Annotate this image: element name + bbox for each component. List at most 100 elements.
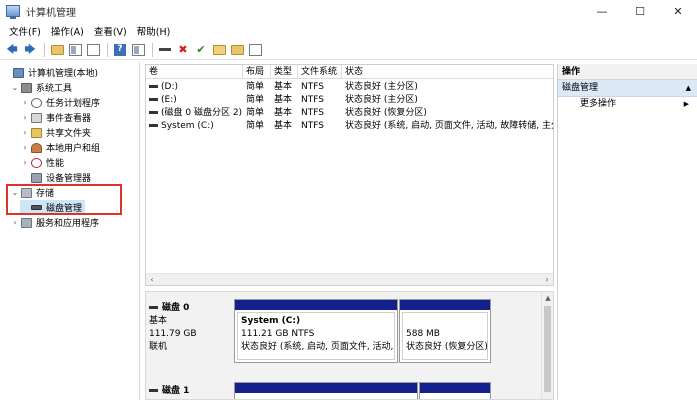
volume-icon: [149, 85, 158, 88]
toolbar-separator: [44, 42, 45, 57]
expand-chevron-icon[interactable]: ›: [20, 158, 30, 167]
scroll-left-icon[interactable]: ‹: [146, 274, 158, 285]
toolbar-separator: [107, 42, 108, 57]
volume-name: (E:): [161, 95, 177, 105]
menu-view[interactable]: 查看(V): [89, 24, 132, 38]
table-row[interactable]: (D:) 简单 基本 NTFS 状态良好 (主分区): [146, 81, 553, 94]
settings-button[interactable]: [247, 42, 263, 58]
tree-item-services-applications[interactable]: › 服务和应用程序: [10, 215, 99, 230]
delete-icon: ✖: [178, 43, 188, 56]
search-folder-button[interactable]: [229, 42, 245, 58]
disk-0-label[interactable]: 磁盘 0 基本 111.79 GB 联机: [149, 302, 231, 354]
collapse-chevron-icon[interactable]: ⌄: [10, 83, 20, 92]
table-row[interactable]: (E:) 简单 基本 NTFS 状态良好 (主分区): [146, 94, 553, 107]
console-tree: 计算机管理(本地) ⌄ 系统工具 › 任务计划程序 › 事件查看器 › 共享文件…: [0, 62, 140, 400]
scroll-up-icon[interactable]: ▲: [542, 292, 553, 304]
tree-item-device-manager[interactable]: 设备管理器: [20, 170, 91, 185]
help-button[interactable]: ?: [112, 42, 128, 58]
delete-button[interactable]: ✖: [175, 42, 191, 58]
disk-icon: [149, 389, 158, 392]
partition-bar: [235, 300, 397, 310]
table-row[interactable]: (磁盘 0 磁盘分区 2) 简单 基本 NTFS 状态良好 (恢复分区): [146, 107, 553, 120]
menu-action[interactable]: 操作(A): [46, 24, 89, 38]
volume-cell: (E:): [146, 94, 243, 107]
volume-list: 卷 布局 类型 文件系统 状态 (D:) 简单 基本 NTFS 状态良好 (主分…: [145, 64, 554, 286]
back-button[interactable]: 🡄: [4, 42, 20, 58]
check-icon: ✔: [196, 43, 206, 56]
partition-disk-1-a[interactable]: [234, 382, 418, 399]
tree-item-label: 共享文件夹: [46, 129, 92, 139]
show-hide-tree-button[interactable]: [67, 42, 83, 58]
disk-status: 联机: [149, 342, 168, 352]
column-header-status[interactable]: 状态: [342, 65, 553, 79]
partition-system-c[interactable]: System (C:) 111.21 GB NTFS 状态良好 (系统, 启动,…: [234, 299, 398, 363]
title-bar: 计算机管理 — ☐ ✕: [0, 0, 697, 22]
tree-item-event-viewer[interactable]: › 事件查看器: [20, 110, 91, 125]
tree-item-system-tools[interactable]: ⌄ 系统工具: [10, 80, 72, 95]
users-icon: [31, 142, 42, 153]
status-cell: 状态良好 (系统, 启动, 页面文件, 活动, 故障转储, 主分: [345, 121, 553, 131]
action-pane-icon: [131, 43, 145, 56]
column-header-volume[interactable]: 卷: [146, 65, 243, 79]
type-cell: 基本: [274, 82, 293, 92]
partition-size: 588 MB: [406, 329, 440, 339]
expand-chevron-icon[interactable]: ›: [20, 98, 30, 107]
partition-bar: [235, 383, 417, 393]
scroll-right-icon[interactable]: ›: [541, 274, 553, 285]
type-cell: 基本: [274, 95, 293, 105]
filesystem-cell: NTFS: [301, 121, 324, 131]
minimize-button[interactable]: —: [583, 0, 621, 22]
action-pane-button[interactable]: [130, 42, 146, 58]
column-header-filesystem[interactable]: 文件系统: [298, 65, 342, 79]
folder-icon: [50, 44, 64, 55]
check-button[interactable]: ✔: [193, 42, 209, 58]
tree-item-local-users[interactable]: › 本地用户和组: [20, 140, 100, 155]
computer-icon: [13, 67, 24, 78]
collapse-up-icon[interactable]: ▲: [686, 80, 691, 97]
highlight-annotation: [6, 184, 122, 215]
toolbar: 🡄 🡆 ? ✖ ✔: [0, 40, 697, 60]
disk-name: 磁盘 0: [162, 303, 190, 313]
tree-item-label: 服务和应用程序: [36, 219, 100, 229]
expand-chevron-icon[interactable]: ›: [10, 218, 20, 227]
maximize-button[interactable]: ☐: [621, 0, 659, 22]
partition-disk-1-b[interactable]: [419, 382, 491, 399]
computer-management-icon: [6, 5, 20, 19]
properties-button[interactable]: [85, 42, 101, 58]
volume-icon: [149, 98, 158, 101]
horizontal-scrollbar[interactable]: ‹ ›: [146, 273, 553, 285]
filesystem-cell: NTFS: [301, 82, 324, 92]
vertical-scrollbar[interactable]: ▲: [541, 292, 553, 399]
status-cell: 状态良好 (主分区): [345, 95, 418, 105]
table-row[interactable]: System (C:) 简单 基本 NTFS 状态良好 (系统, 启动, 页面文…: [146, 120, 553, 133]
menu-file[interactable]: 文件(F): [4, 24, 46, 38]
menu-help[interactable]: 帮助(H): [132, 24, 176, 38]
column-header-type[interactable]: 类型: [271, 65, 298, 79]
partition-name: [406, 315, 484, 328]
forward-button[interactable]: 🡆: [22, 42, 38, 58]
tree-item-task-scheduler[interactable]: › 任务计划程序: [20, 95, 100, 110]
expand-chevron-icon[interactable]: ›: [20, 113, 30, 122]
layout-cell: 简单: [246, 108, 265, 118]
actions-section-disk-management[interactable]: 磁盘管理 ▲: [558, 80, 697, 97]
services-icon: [21, 217, 32, 228]
connect-button[interactable]: [157, 42, 173, 58]
tree-item-performance[interactable]: › 性能: [20, 155, 64, 170]
partition-status: 状态良好 (恢复分区): [406, 342, 488, 352]
type-cell: 基本: [274, 121, 293, 131]
scrollbar-thumb[interactable]: [544, 306, 551, 392]
tree-item-computer-management[interactable]: 计算机管理(本地): [2, 65, 98, 80]
more-actions-item[interactable]: 更多操作 ▶: [558, 97, 697, 112]
actions-pane: 操作 磁盘管理 ▲ 更多操作 ▶: [557, 64, 697, 400]
device-manager-icon: [31, 172, 42, 183]
disk-1-label[interactable]: 磁盘 1: [149, 385, 231, 398]
expand-chevron-icon[interactable]: ›: [20, 128, 30, 137]
partition-info: 588 MB 状态良好 (恢复分区): [402, 312, 488, 360]
up-folder-button[interactable]: [49, 42, 65, 58]
partition-recovery[interactable]: 588 MB 状态良好 (恢复分区): [399, 299, 491, 363]
column-header-layout[interactable]: 布局: [243, 65, 271, 79]
close-button[interactable]: ✕: [659, 0, 697, 22]
new-folder-button[interactable]: [211, 42, 227, 58]
tree-item-shared-folders[interactable]: › 共享文件夹: [20, 125, 91, 140]
expand-chevron-icon[interactable]: ›: [20, 143, 30, 152]
